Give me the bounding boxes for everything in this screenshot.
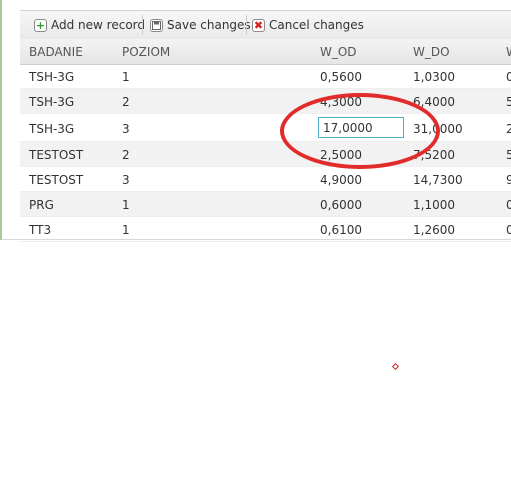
cell-w: 5 xyxy=(506,148,511,162)
cell-w-od: 0,6000 xyxy=(320,198,362,212)
data-grid: + Add new record Save changes ✖ Cancel c… xyxy=(0,0,511,242)
save-changes-label: Save changes xyxy=(167,18,251,32)
add-record-button[interactable]: + Add new record xyxy=(34,15,145,35)
grid-header: BADANIE POZIOM W_OD W_DO W xyxy=(20,39,511,65)
column-header-w-od[interactable]: W_OD xyxy=(320,45,357,59)
cancel-changes-label: Cancel changes xyxy=(269,18,364,32)
toolbar-divider xyxy=(142,15,143,35)
cell-w-od: 4,3000 xyxy=(320,95,362,109)
cell-badanie: TESTOST xyxy=(29,148,84,162)
cell-w-od: 0,6100 xyxy=(320,223,362,237)
column-header-badanie[interactable]: BADANIE xyxy=(29,45,83,59)
cell-poziom: 1 xyxy=(122,223,130,237)
cell-w-od: 2,5000 xyxy=(320,148,362,162)
table-row[interactable]: TSH-3G 1 0,5600 1,0300 0 xyxy=(20,64,511,89)
table-row[interactable]: TESTOST 3 4,9000 14,7300 9 xyxy=(20,167,511,192)
column-header-poziom[interactable]: POZIOM xyxy=(122,45,170,59)
cell-poziom: 3 xyxy=(122,173,130,187)
cell-badanie: PRG xyxy=(29,198,54,212)
cell-badanie: TSH-3G xyxy=(29,70,75,84)
cell-w-do: 1,0300 xyxy=(413,70,455,84)
table-row-editing[interactable]: TSH-3G 3 31,0000 2 xyxy=(20,114,511,142)
column-header-w-do[interactable]: W_DO xyxy=(413,45,450,59)
cell-w-do: 1,2600 xyxy=(413,223,455,237)
cell-w-od: 0,5600 xyxy=(320,70,362,84)
cell-w: 0 xyxy=(506,198,511,212)
cell-badanie: TT3 xyxy=(29,223,52,237)
cell-poziom: 2 xyxy=(122,95,130,109)
cell-w-do: 14,7300 xyxy=(413,173,463,187)
table-row[interactable]: PRG 1 0,6000 1,1000 0 xyxy=(20,192,511,217)
cell-w-do: 7,5200 xyxy=(413,148,455,162)
cell-w-do: 1,1000 xyxy=(413,198,455,212)
plus-icon: + xyxy=(34,18,47,32)
cell-poziom: 1 xyxy=(122,70,130,84)
w-od-edit-input[interactable] xyxy=(318,117,404,138)
cell-badanie: TESTOST xyxy=(29,173,84,187)
cell-poziom: 2 xyxy=(122,148,130,162)
save-changes-button[interactable]: Save changes xyxy=(150,15,251,35)
cell-poziom: 1 xyxy=(122,198,130,212)
cell-w: 0 xyxy=(506,223,511,237)
cell-w-do: 31,0000 xyxy=(413,122,463,136)
cancel-icon: ✖ xyxy=(252,18,265,32)
add-record-label: Add new record xyxy=(51,18,145,32)
marker-dot xyxy=(391,362,400,371)
table-row[interactable]: TSH-3G 2 4,3000 6,4000 5 xyxy=(20,89,511,114)
cell-badanie: TSH-3G xyxy=(29,95,75,109)
toolbar-divider xyxy=(246,15,247,35)
cell-w-od: 4,9000 xyxy=(320,173,362,187)
cell-w: 5 xyxy=(506,95,511,109)
cell-w: 2 xyxy=(506,122,511,136)
cell-w: 9 xyxy=(506,173,511,187)
cancel-changes-button[interactable]: ✖ Cancel changes xyxy=(252,15,364,35)
cell-w-do: 6,4000 xyxy=(413,95,455,109)
cell-w: 0 xyxy=(506,70,511,84)
table-row[interactable]: TT3 1 0,6100 1,2600 0 xyxy=(20,217,511,242)
column-header-w[interactable]: W xyxy=(506,45,511,59)
cell-poziom: 3 xyxy=(122,122,130,136)
grid-toolbar: + Add new record Save changes ✖ Cancel c… xyxy=(20,10,511,40)
cell-badanie: TSH-3G xyxy=(29,122,75,136)
table-row[interactable]: TESTOST 2 2,5000 7,5200 5 xyxy=(20,142,511,167)
save-icon xyxy=(150,18,163,32)
